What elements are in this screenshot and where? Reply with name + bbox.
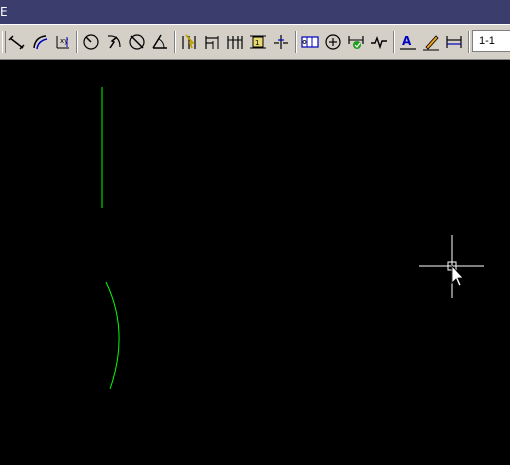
crosshair-cursor	[419, 235, 484, 298]
dim-update-icon	[446, 36, 462, 48]
dim-edit-icon: A	[400, 34, 416, 50]
toolbar-separator	[174, 31, 176, 53]
dim-break-icon	[274, 35, 288, 49]
arrow-pointer-icon	[451, 264, 464, 287]
dim-ordinate-button[interactable]: xy	[52, 31, 74, 53]
center-mark-icon	[325, 34, 341, 50]
dim-radius-icon	[83, 34, 99, 50]
window-title: E	[0, 5, 8, 19]
dim-continue-icon	[227, 36, 243, 49]
dim-jogged-icon	[107, 35, 121, 49]
quick-dimension-button[interactable]	[178, 31, 200, 53]
tolerance-button[interactable]	[299, 31, 321, 53]
dim-jogged-button[interactable]	[103, 31, 125, 53]
svg-text:1: 1	[255, 39, 259, 47]
dim-diameter-button[interactable]	[126, 31, 148, 53]
dim-arc-length-icon	[33, 35, 48, 50]
dim-baseline-icon	[205, 36, 219, 49]
toolbar-separator	[393, 31, 395, 53]
dim-edit-button[interactable]: A	[397, 31, 419, 53]
toolbar-separator	[295, 31, 297, 53]
dim-radius-button[interactable]	[80, 31, 102, 53]
dimension-toolbar: xy 1 A 1-1	[0, 24, 510, 60]
dim-space-button[interactable]: 1	[247, 31, 269, 53]
toolbar-separator	[76, 31, 78, 53]
jogged-linear-button[interactable]	[368, 31, 390, 53]
dim-text-edit-icon	[423, 35, 439, 51]
inspection-button[interactable]	[345, 31, 367, 53]
dim-linear-button[interactable]	[6, 31, 28, 53]
inspection-icon	[348, 36, 364, 49]
drawing-canvas	[101, 87, 484, 390]
svg-text:A: A	[402, 34, 412, 48]
dim-update-button[interactable]	[443, 31, 465, 53]
dim-angular-icon	[152, 34, 167, 49]
dim-space-icon: 1	[250, 35, 266, 49]
tolerance-icon	[301, 36, 319, 48]
dim-ordinate-icon: xy	[56, 36, 69, 49]
toolbar-separator	[468, 31, 470, 53]
center-mark-button[interactable]	[322, 31, 344, 53]
green-arc[interactable]	[105, 281, 120, 390]
dim-arc-length-button[interactable]	[29, 31, 51, 53]
title-bar: E	[0, 0, 510, 25]
dim-text-edit-button[interactable]	[420, 31, 442, 53]
dim-break-button[interactable]	[270, 31, 292, 53]
dim-baseline-button[interactable]	[201, 31, 223, 53]
dim-diameter-icon	[129, 34, 145, 50]
jogged-linear-icon	[371, 35, 387, 50]
drawing-area[interactable]	[0, 60, 510, 465]
quick-dimension-icon	[182, 34, 196, 49]
dim-angular-button[interactable]	[149, 31, 171, 53]
dim-continue-button[interactable]	[224, 31, 246, 53]
dim-linear-icon	[8, 35, 25, 50]
dim-style-select[interactable]: 1-1	[472, 30, 510, 52]
